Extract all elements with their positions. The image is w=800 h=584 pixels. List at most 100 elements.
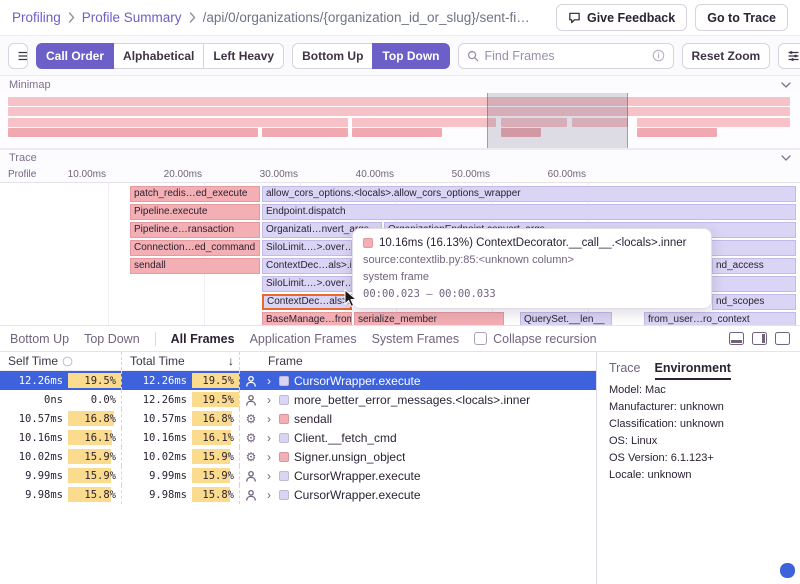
tab-top-down[interactable]: Top Down	[84, 332, 140, 346]
total-time-cell: 10.02ms	[122, 447, 192, 466]
floating-scroll-indicator[interactable]	[780, 563, 795, 578]
tab-separator	[155, 332, 156, 346]
detail-field-os-version: OS Version:6.1.123+	[609, 451, 788, 465]
flame-frame[interactable]: Pipeline.e…ransaction	[130, 222, 260, 238]
minimap-viewport[interactable]	[487, 93, 628, 148]
sorting-alphabetical[interactable]: Alphabetical	[113, 43, 204, 69]
frames-table: Self Time Total Time ↓ Frame 12.26ms 19.…	[0, 352, 597, 584]
flame-frame[interactable]: BaseManage…from_c…	[262, 312, 352, 325]
tab-application-frames[interactable]: Application Frames	[250, 332, 357, 346]
sorting-call-order[interactable]: Call Order	[36, 43, 114, 69]
flame-frame[interactable]: Connection…ed_command	[130, 240, 260, 256]
flame-frame[interactable]: ContextDec…als>.i…	[262, 258, 352, 274]
expand-caret-icon[interactable]: ›	[264, 450, 274, 464]
flame-frame[interactable]: serialize_member	[354, 312, 504, 325]
frame-cell: ›CursorWrapper.execute	[262, 485, 596, 504]
breadcrumb-current-path: /api/0/organizations/{organization_id_or…	[203, 10, 533, 25]
total-time-header[interactable]: Total Time ↓	[122, 352, 240, 370]
color-coding-icon	[788, 51, 799, 61]
frames-content: Self Time Total Time ↓ Frame 12.26ms 19.…	[0, 352, 800, 584]
table-row[interactable]: 9.99ms 15.9% 9.99ms 15.9% ›CursorWrapper…	[0, 466, 596, 485]
total-time-cell: 9.98ms	[122, 485, 192, 504]
dock-right-icon[interactable]	[752, 332, 767, 345]
view-bottom-up[interactable]: Bottom Up	[292, 43, 373, 69]
flame-frame[interactable]: Endpoint.dispatch	[262, 204, 796, 220]
expand-caret-icon[interactable]: ›	[264, 469, 274, 483]
flame-frame[interactable]: Pipeline.execute	[130, 204, 260, 220]
find-frames-input[interactable]	[485, 49, 646, 63]
flame-frame[interactable]: nd_access	[712, 258, 796, 274]
flame-frame[interactable]: from_user…ro_context	[644, 312, 796, 325]
minimap-block	[352, 128, 442, 137]
table-row[interactable]: 0ns 0.0% 12.26ms 19.5% ›more_better_erro…	[0, 390, 596, 409]
collapse-trace-chevron-icon[interactable]	[781, 155, 791, 161]
details-tab-environment[interactable]: Environment	[655, 361, 731, 380]
self-time-header[interactable]: Self Time	[0, 352, 122, 370]
table-row[interactable]: 12.26ms 19.5% 12.26ms 19.5% ›CursorWrapp…	[0, 371, 596, 390]
go-to-trace-button[interactable]: Go to Trace	[695, 4, 788, 31]
sorting-left-heavy[interactable]: Left Heavy	[203, 43, 284, 69]
system-frame-gear-icon: ⚙	[240, 409, 262, 428]
frame-color-swatch	[279, 376, 289, 386]
table-header: Self Time Total Time ↓ Frame	[0, 352, 596, 371]
axis-tick-label: 60.00ms	[526, 169, 586, 180]
tab-bottom-up[interactable]: Bottom Up	[10, 332, 69, 346]
self-weight-cell: 0.0%	[68, 390, 122, 409]
expand-caret-icon[interactable]: ›	[264, 412, 274, 426]
give-feedback-button[interactable]: Give Feedback	[556, 4, 687, 31]
collapse-recursion-checkbox[interactable]	[474, 332, 487, 345]
axis-tick-label: 10.00ms	[46, 169, 106, 180]
user-frame-icon	[240, 485, 262, 504]
flame-frame[interactable]: QuerySet.__len__	[520, 312, 612, 325]
breadcrumb-profiling[interactable]: Profiling	[12, 10, 61, 25]
table-row[interactable]: 10.57ms 16.8% 10.57ms 16.8% ⚙ ›sendall	[0, 409, 596, 428]
flame-frame[interactable]: SiloLimit.…>.over…	[262, 276, 352, 292]
flamegraph[interactable]: patch_redis…ed_executeallow_cors_options…	[0, 183, 800, 325]
reset-zoom-button[interactable]: Reset Zoom	[682, 43, 771, 69]
detail-field-manufacturer: Manufacturer:unknown	[609, 400, 788, 414]
tab-all-frames[interactable]: All Frames	[171, 332, 235, 346]
flame-frame[interactable]: SiloLimit.…>.over…	[262, 240, 352, 256]
flame-frame[interactable]: allow_cors_options.<locals>.allow_cors_o…	[262, 186, 796, 202]
maximize-panel-icon[interactable]	[775, 332, 790, 345]
feedback-bubble-icon	[568, 11, 581, 24]
dock-bottom-icon[interactable]	[729, 332, 744, 345]
self-time-cell: 10.57ms	[0, 409, 68, 428]
flame-frame[interactable]: sendall	[130, 258, 260, 274]
details-tab-trace[interactable]: Trace	[609, 361, 641, 380]
expand-caret-icon[interactable]: ›	[264, 431, 274, 445]
flame-frame-hovered[interactable]: ContextDec…als>.i…	[262, 294, 352, 310]
frame-cell: ›sendall	[262, 409, 596, 428]
total-time-cell: 10.57ms	[122, 409, 192, 428]
table-row[interactable]: 10.02ms 15.9% 10.02ms 15.9% ⚙ ›Signer.un…	[0, 447, 596, 466]
collapse-recursion-option: Collapse recursion	[474, 332, 597, 346]
axis-tick-label: 20.00ms	[142, 169, 202, 180]
flame-frame[interactable]: nd_scopes	[712, 294, 796, 310]
breadcrumb-profile-summary[interactable]: Profile Summary	[82, 10, 182, 25]
thread-selector[interactable]: uWSGIWor…	[8, 43, 28, 69]
tooltip-title: 10.16ms (16.13%) ContextDecorator.__call…	[363, 237, 701, 249]
minimap-canvas[interactable]	[0, 93, 800, 149]
flame-frame[interactable]: patch_redis…ed_execute	[130, 186, 260, 202]
total-weight-cell: 19.5%	[192, 390, 240, 409]
frame-type-header	[240, 352, 262, 370]
expand-caret-icon[interactable]: ›	[264, 393, 274, 407]
collapse-minimap-chevron-icon[interactable]	[781, 82, 791, 88]
frame-color-swatch	[279, 395, 289, 405]
user-frame-icon	[240, 371, 262, 390]
sorting-segmented-control: Call Order Alphabetical Left Heavy	[36, 43, 284, 69]
self-time-cell: 10.02ms	[0, 447, 68, 466]
total-weight-cell: 16.8%	[192, 409, 240, 428]
view-top-down[interactable]: Top Down	[372, 43, 449, 69]
color-coding-selector[interactable]: Color Coding	[778, 43, 800, 69]
axis-tick-label: 50.00ms	[430, 169, 490, 180]
expand-caret-icon[interactable]: ›	[264, 488, 274, 502]
frame-cell: ›Signer.unsign_object	[262, 447, 596, 466]
expand-caret-icon[interactable]: ›	[264, 374, 274, 388]
table-row[interactable]: 9.98ms 15.8% 9.98ms 15.8% ›CursorWrapper…	[0, 485, 596, 504]
table-row[interactable]: 10.16ms 16.1% 10.16ms 16.1% ⚙ ›Client.__…	[0, 428, 596, 447]
frame-header[interactable]: Frame	[262, 354, 596, 368]
tab-system-frames[interactable]: System Frames	[372, 332, 460, 346]
self-time-cell: 10.16ms	[0, 428, 68, 447]
minimap-block	[8, 118, 348, 127]
